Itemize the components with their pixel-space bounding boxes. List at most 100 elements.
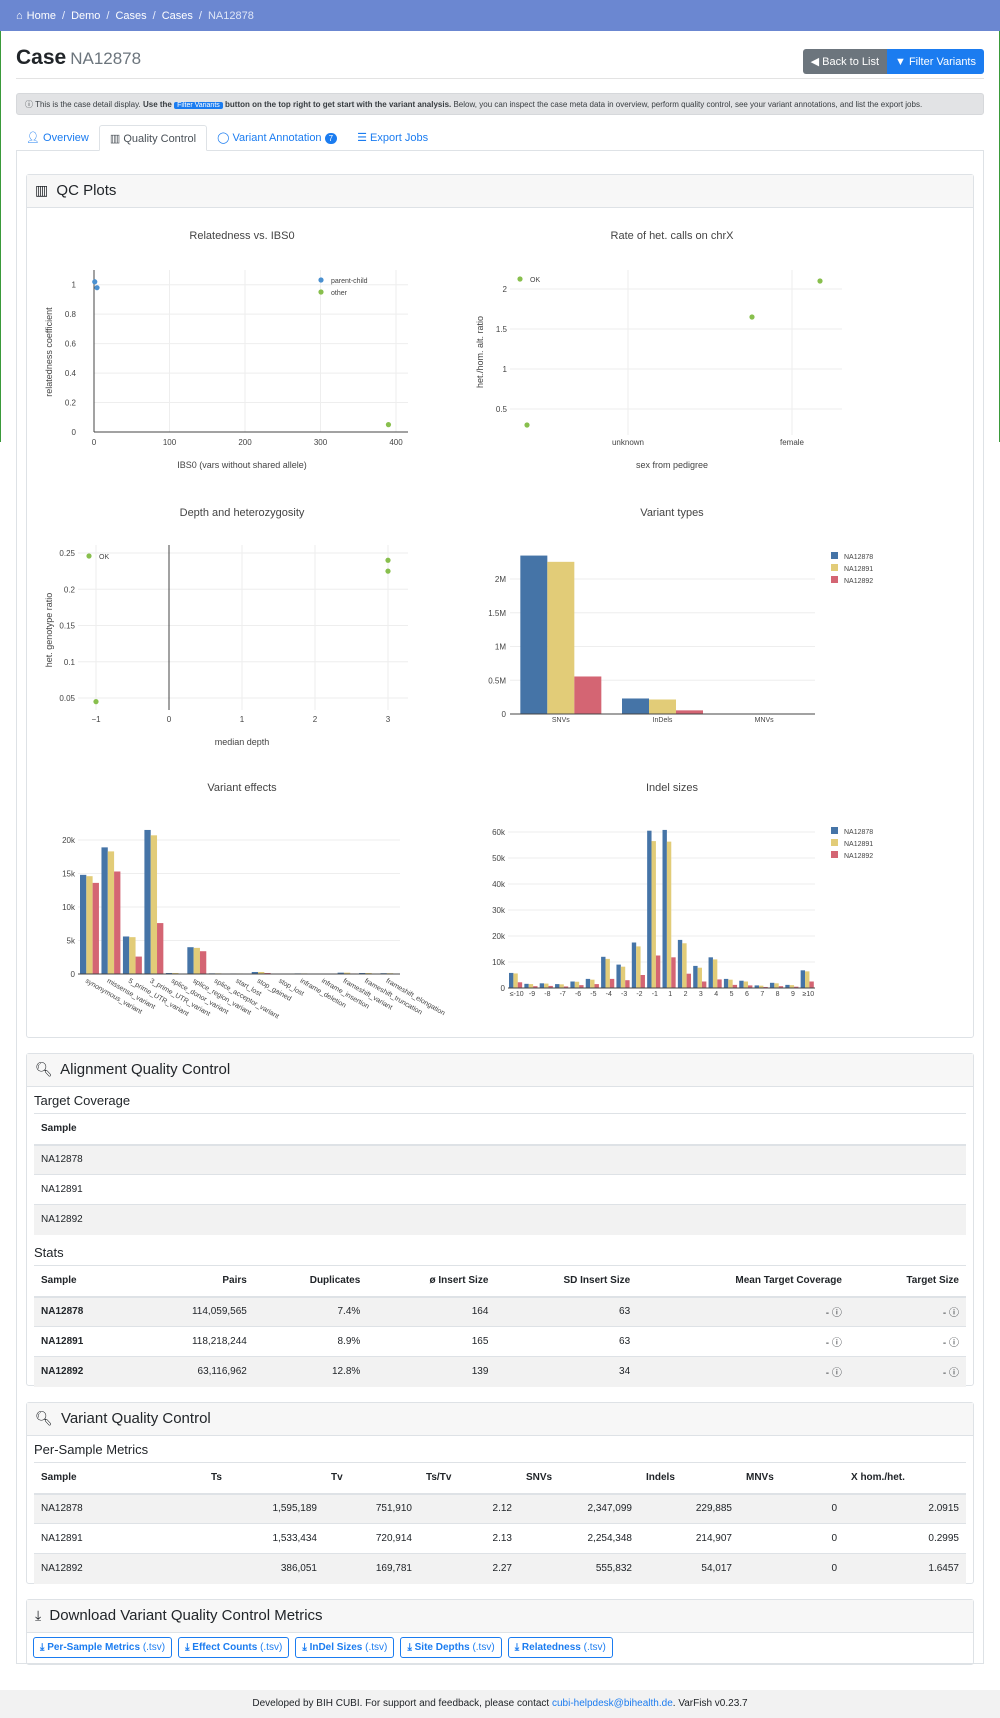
info-circle-icon[interactable]: ⓘ — [949, 1308, 959, 1319]
table-row: NA12878 — [34, 1144, 966, 1175]
tick-label: 300 — [314, 438, 328, 447]
x-axis-label: sex from pedigree — [636, 460, 708, 470]
tick-label: 2M — [495, 575, 506, 584]
tick-label: 20k — [62, 836, 76, 845]
bar — [594, 984, 599, 988]
bar — [524, 983, 529, 988]
tick-label: -6 — [575, 991, 581, 998]
bar — [509, 972, 514, 988]
tick-label: 9 — [791, 991, 795, 998]
bar — [570, 981, 575, 988]
bar — [187, 947, 194, 974]
download-effect-counts-button[interactable]: ⤓ Effect Counts (.tsv) — [178, 1637, 290, 1658]
tick-label: 1 — [668, 991, 672, 998]
download-header: ⤓ Download Variant Quality Control Metri… — [27, 1600, 973, 1633]
download-relatedness-button[interactable]: ⤓ Relatedness (.tsv) — [507, 1637, 613, 1658]
footer: Developed by BIH CUBI. For support and f… — [0, 1690, 1000, 1718]
tick-label: 0.6 — [65, 340, 77, 349]
per-sample-metrics-title: Per-Sample Metrics — [34, 1442, 149, 1457]
bar — [135, 956, 142, 974]
tick-label: 0.5M — [488, 676, 506, 685]
tick-label: 20k — [492, 932, 506, 941]
bar — [693, 965, 698, 988]
bar — [520, 555, 548, 714]
bar — [686, 973, 692, 988]
bar — [708, 957, 713, 988]
chart-title: Indel sizes — [646, 782, 698, 794]
bar — [122, 936, 130, 974]
bar — [80, 874, 87, 974]
legend-swatch — [831, 552, 838, 559]
bar — [676, 710, 703, 714]
bar — [774, 983, 779, 988]
bar — [620, 966, 626, 988]
table-row: NA12878 114,059,565 7.4% 164 63 - ⓘ - ⓘ — [34, 1296, 966, 1327]
search-icon: 🔍︎ — [35, 1061, 53, 1077]
data-point — [93, 699, 99, 705]
bar — [539, 983, 545, 988]
legend-label: NA12878 — [844, 554, 873, 561]
tick-label: 6 — [745, 991, 749, 998]
info-circle-icon[interactable]: ⓘ — [832, 1308, 842, 1319]
tick-label: 0.05 — [59, 694, 75, 703]
download-per-sample-button[interactable]: ⤓ Per-Sample Metrics (.tsv) — [33, 1637, 173, 1658]
data-point — [817, 278, 823, 284]
download-site-depths-button[interactable]: ⤓ Site Depths (.tsv) — [400, 1637, 502, 1658]
tick-label: 15k — [62, 870, 76, 879]
bar — [605, 958, 610, 988]
tick-label: 200 — [238, 438, 252, 447]
table-row: NA12891 — [34, 1174, 966, 1205]
bar — [647, 830, 652, 988]
tick-label: 100 — [163, 438, 177, 447]
tick-label: −1 — [91, 715, 101, 724]
legend-label: other — [331, 290, 348, 297]
legend-label: NA12878 — [844, 829, 873, 836]
bar — [114, 871, 121, 974]
tick-label: 10k — [62, 903, 76, 912]
variant-qc-header: 🔍︎ Variant Quality Control — [27, 1403, 973, 1436]
tick-label: 0 — [501, 984, 506, 993]
download-card: ⤓ Download Variant Quality Control Metri… — [26, 1599, 974, 1665]
table-header-row: Sample Pairs Duplicates ø Insert Size SD… — [34, 1265, 966, 1298]
legend-swatch — [831, 839, 838, 846]
chart-title: Relatedness vs. IBS0 — [189, 230, 294, 242]
bar — [640, 975, 645, 988]
info-circle-icon[interactable]: ⓘ — [832, 1338, 842, 1349]
bar — [739, 980, 744, 988]
download-indel-sizes-button[interactable]: ⤓ InDel Sizes (.tsv) — [295, 1637, 395, 1658]
alignment-qc-header: 🔍︎ Alignment Quality Control — [27, 1054, 973, 1087]
tick-label: female — [780, 438, 805, 447]
y-axis-label: het./hom. alt. ratio — [475, 316, 485, 388]
bar — [199, 951, 207, 974]
download-button-row: ⤓ Per-Sample Metrics (.tsv) ⤓ Effect Cou… — [27, 1633, 973, 1662]
chart-title: Variant effects — [207, 782, 277, 794]
bar — [769, 982, 775, 988]
info-circle-icon[interactable]: ⓘ — [949, 1338, 959, 1349]
bar — [631, 942, 637, 988]
tick-label: -2 — [636, 991, 642, 998]
info-circle-icon[interactable]: ⓘ — [949, 1368, 959, 1379]
bar — [625, 980, 630, 988]
tick-label: 2 — [503, 285, 508, 294]
tick-label: 3 — [386, 715, 391, 724]
legend-swatch — [831, 564, 838, 571]
bar — [547, 561, 575, 714]
legend-label: NA12892 — [844, 578, 873, 585]
tick-label: InDels — [653, 717, 673, 724]
bar — [144, 829, 151, 974]
qc-charts-canvas: Relatedness vs. IBS000.20.40.60.810 100 20… — [44, 230, 873, 1021]
bar — [101, 847, 108, 974]
data-point — [524, 422, 530, 428]
tick-label: 1 — [240, 715, 245, 724]
tick-label: SNVs — [552, 717, 570, 724]
tick-label: 4 — [714, 991, 718, 998]
bar — [559, 984, 564, 988]
info-circle-icon[interactable]: ⓘ — [832, 1368, 842, 1379]
helpdesk-email-link[interactable]: cubi-helpdesk@bihealth.de — [552, 1698, 673, 1709]
table-row: NA12878 1,595,189 751,910 2.12 2,347,099… — [34, 1493, 966, 1524]
bar — [743, 981, 749, 988]
x-axis-label: median depth — [215, 737, 270, 747]
bar — [697, 967, 702, 988]
legend-label: NA12891 — [844, 841, 873, 848]
bar — [517, 982, 523, 988]
